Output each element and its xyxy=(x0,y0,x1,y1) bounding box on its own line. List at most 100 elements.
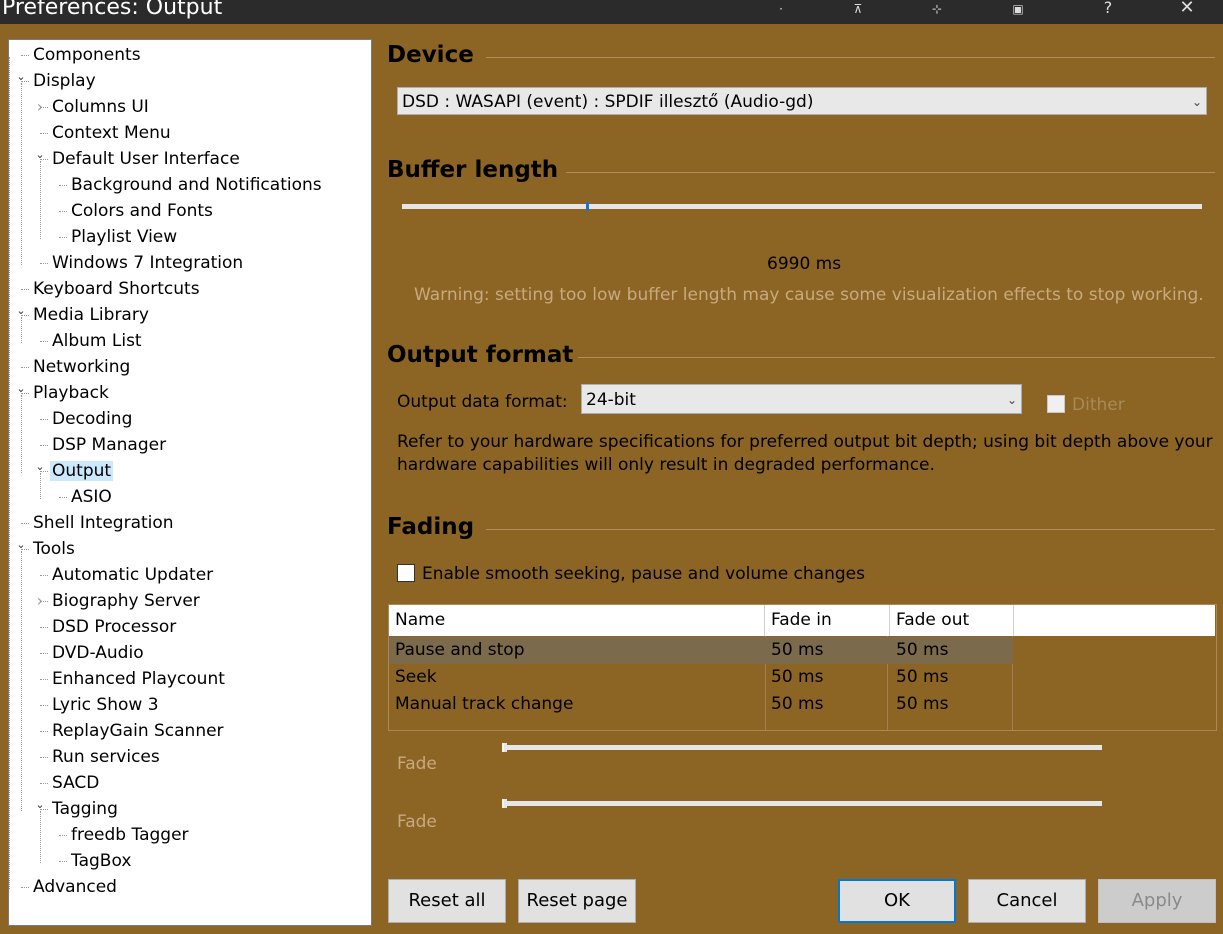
table-row[interactable]: Pause and stop 50 ms 50 ms xyxy=(389,637,1013,664)
preferences-tree[interactable]: Components ⌄ Display › Columns UI Context Men… xyxy=(8,39,372,926)
tree-item[interactable]: Advanced xyxy=(33,875,117,899)
tree-item-label: TagBox xyxy=(71,851,132,871)
tree-guide-line xyxy=(40,811,41,863)
help-button[interactable]: ? xyxy=(1093,0,1123,24)
tree-item[interactable]: Decoding xyxy=(52,407,132,431)
buffer-length-slider-thumb[interactable] xyxy=(586,202,589,211)
tree-item[interactable]: Components xyxy=(33,43,141,67)
tree-item-label: Playlist View xyxy=(71,227,178,247)
tree-item[interactable]: Playlist View xyxy=(71,225,177,249)
chevron-right-icon[interactable]: › xyxy=(34,589,46,613)
tree-connector xyxy=(40,445,48,446)
fade-out-slider-thumb[interactable] xyxy=(502,799,507,808)
tree-connector xyxy=(59,835,67,836)
minimize-icon[interactable]: · xyxy=(766,0,796,24)
ok-button[interactable]: OK xyxy=(838,879,956,923)
table-row[interactable]: Seek 50 ms 50 ms xyxy=(389,664,1013,691)
tree-item[interactable]: Shell Integration xyxy=(33,511,174,535)
tree-item[interactable]: DSP Manager xyxy=(52,433,166,457)
buffer-length-slider[interactable] xyxy=(402,202,1202,211)
fading-table-header: Name Fade in Fade out xyxy=(389,605,1215,636)
tree-item[interactable]: Tools xyxy=(33,537,75,561)
tree-connector xyxy=(40,627,48,628)
fading-separator xyxy=(486,529,1215,530)
tree-item-label: Components xyxy=(33,45,141,65)
tree-item[interactable]: Output xyxy=(50,459,114,483)
tree-guide-line xyxy=(21,551,22,811)
tree-item[interactable]: Windows 7 Integration xyxy=(52,251,243,275)
tree-item[interactable]: Default User Interface xyxy=(52,147,240,171)
tree-item-label: Context Menu xyxy=(52,123,171,143)
tree-item[interactable]: Colors and Fonts xyxy=(71,199,213,223)
device-section-title: Device xyxy=(387,42,474,68)
tree-item[interactable]: ReplayGain Scanner xyxy=(52,719,224,743)
tree-item[interactable]: Display xyxy=(33,69,96,93)
cancel-button[interactable]: Cancel xyxy=(968,879,1086,923)
tree-item[interactable]: Networking xyxy=(33,355,130,379)
tree-connector xyxy=(59,861,67,862)
output-format-separator xyxy=(578,357,1215,358)
tree-item[interactable]: Playback xyxy=(33,381,109,405)
row-fade-in: 50 ms xyxy=(771,640,824,660)
tree-item[interactable]: Album List xyxy=(52,329,142,353)
fading-table[interactable]: Name Fade in Fade out Pause and stop 50 … xyxy=(388,604,1217,731)
row-name: Manual track change xyxy=(395,694,574,714)
table-row[interactable]: Manual track change 50 ms 50 ms xyxy=(389,691,1013,718)
reset-all-button[interactable]: Reset all xyxy=(388,879,506,923)
tree-guide-line xyxy=(21,83,22,265)
row-name: Pause and stop xyxy=(395,640,525,660)
buffer-warning: Warning: setting too low buffer length m… xyxy=(414,285,1204,305)
tree-item[interactable]: TagBox xyxy=(71,849,131,873)
tree-item-label: Columns UI xyxy=(52,97,149,117)
column-header-fade-in[interactable]: Fade in xyxy=(765,605,890,636)
roll-up-icon[interactable]: ▣ xyxy=(1003,0,1033,24)
chevron-right-icon[interactable]: › xyxy=(34,95,46,119)
tree-item[interactable]: Automatic Updater xyxy=(52,563,213,587)
tree-connector xyxy=(21,887,29,888)
pin-top-icon[interactable]: ⊼ xyxy=(843,0,873,24)
title-bar: Preferences: Output · ⊼ ⊹ ▣ ? ✕ xyxy=(0,0,1223,24)
fade-in-slider[interactable] xyxy=(502,743,1102,752)
column-header-fade-out[interactable]: Fade out xyxy=(890,605,1014,636)
tree-item[interactable]: Tagging xyxy=(52,797,118,821)
fade-in-slider-thumb[interactable] xyxy=(502,743,507,752)
tree-item-label: Tools xyxy=(33,539,75,559)
tree-item[interactable]: Columns UI xyxy=(52,95,149,119)
tree-item[interactable]: Run services xyxy=(52,745,160,769)
column-header-name[interactable]: Name xyxy=(389,605,765,636)
tree-item[interactable]: freedb Tagger xyxy=(71,823,189,847)
tree-item-label: Background and Notifications xyxy=(71,175,322,195)
tree-item-label: DSD Processor xyxy=(52,617,177,637)
tree-connector xyxy=(21,289,29,290)
tree-item[interactable]: Context Menu xyxy=(52,121,171,145)
tree-item[interactable]: Background and Notifications xyxy=(71,173,322,197)
tree-item[interactable]: DVD-Audio xyxy=(52,641,144,665)
reset-page-button[interactable]: Reset page xyxy=(518,879,636,923)
close-button[interactable]: ✕ xyxy=(1172,0,1202,24)
tree-item-label: Keyboard Shortcuts xyxy=(33,279,200,299)
tree-item-label: DVD-Audio xyxy=(52,643,144,663)
tree-item-label: Media Library xyxy=(33,305,149,325)
apply-button[interactable]: Apply xyxy=(1098,879,1216,923)
tree-item[interactable]: Lyric Show 3 xyxy=(52,693,159,717)
pin-icon[interactable]: ⊹ xyxy=(922,0,952,24)
device-select[interactable]: DSD : WASAPI (event) : SPDIF illesztő (A… xyxy=(397,87,1207,115)
fade-out-slider[interactable] xyxy=(502,799,1102,808)
tree-item[interactable]: SACD xyxy=(52,771,99,795)
device-select-value: DSD : WASAPI (event) : SPDIF illesztő (A… xyxy=(402,92,814,112)
tree-item[interactable]: Keyboard Shortcuts xyxy=(33,277,200,301)
smooth-seeking-checkbox[interactable] xyxy=(397,564,415,582)
tree-guide-line xyxy=(40,161,41,239)
output-data-format-select[interactable]: 24-bit ⌄ xyxy=(581,384,1022,414)
tree-item[interactable]: DSD Processor xyxy=(52,615,176,639)
dither-checkbox[interactable] xyxy=(1047,395,1065,413)
row-fade-in: 50 ms xyxy=(771,694,824,714)
tree-item-label: Automatic Updater xyxy=(52,565,214,585)
tree-item[interactable]: ASIO xyxy=(71,485,112,509)
tree-connector xyxy=(40,419,48,420)
tree-item[interactable]: Enhanced Playcount xyxy=(52,667,225,691)
tree-item[interactable]: Biography Server xyxy=(52,589,200,613)
tree-item[interactable]: Media Library xyxy=(33,303,149,327)
tree-connector xyxy=(40,653,48,654)
chevron-down-icon: ⌄ xyxy=(1006,393,1017,407)
